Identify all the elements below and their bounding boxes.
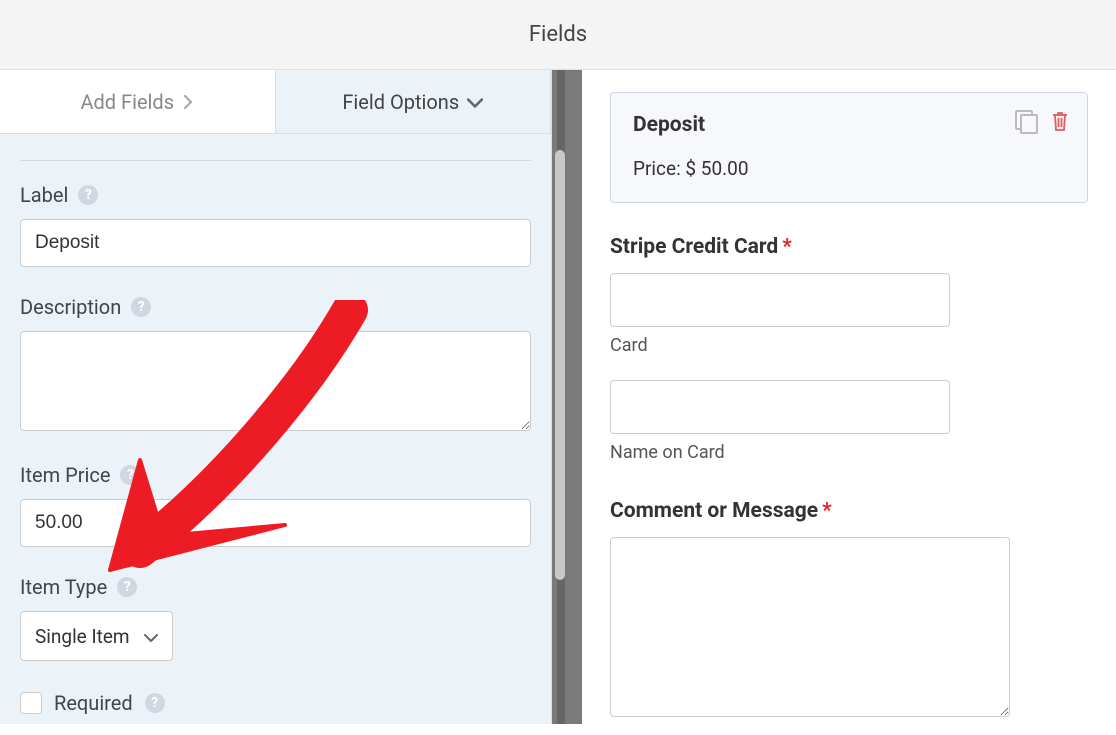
deposit-field-card[interactable]: Deposit Price: $ 50.00 [610, 92, 1088, 203]
page-header: Fields [0, 0, 1116, 70]
card-actions [1015, 109, 1071, 133]
help-icon[interactable]: ? [120, 465, 140, 485]
trash-icon[interactable] [1049, 109, 1071, 133]
comment-group: Comment or Message* [610, 499, 1088, 721]
stripe-label: Stripe Credit Card* [610, 235, 1088, 259]
required-star: * [822, 499, 832, 523]
description-row: Description ? [20, 295, 531, 319]
duplicate-icon[interactable] [1015, 110, 1037, 132]
comment-title: Comment or Message [610, 499, 818, 523]
label-title: Label [20, 183, 68, 207]
chevron-down-icon [467, 90, 483, 114]
page-title: Fields [529, 22, 587, 47]
description-title: Description [20, 295, 121, 319]
label-input[interactable] [20, 219, 531, 267]
stripe-title: Stripe Credit Card [610, 235, 778, 259]
divider [20, 160, 531, 161]
tab-field-options[interactable]: Field Options [275, 70, 552, 133]
help-icon[interactable]: ? [117, 577, 137, 597]
sidebar-panel: Add Fields Field Options Label ? Descrip… [0, 70, 552, 724]
tab-add-fields[interactable]: Add Fields [0, 70, 275, 133]
help-icon[interactable]: ? [131, 297, 151, 317]
chevron-down-icon [144, 625, 158, 648]
name-on-card-input[interactable] [610, 380, 950, 434]
label-row: Label ? [20, 183, 531, 207]
name-on-card-sublabel: Name on Card [610, 442, 1088, 463]
help-icon[interactable]: ? [78, 185, 98, 205]
chevron-right-icon [182, 90, 194, 114]
item-type-select[interactable]: Single Item [20, 611, 173, 661]
comment-label: Comment or Message* [610, 499, 1088, 523]
scrollbar-thumb[interactable] [555, 150, 565, 580]
deposit-title: Deposit [633, 113, 1065, 137]
form-preview: Deposit Price: $ 50.00 Stripe Credit Car… [582, 70, 1116, 724]
tab-add-fields-label: Add Fields [80, 90, 174, 114]
sidebar-tabs: Add Fields Field Options [0, 70, 551, 134]
item-type-row: Item Type ? [20, 575, 531, 599]
help-icon[interactable]: ? [145, 693, 165, 713]
comment-textarea[interactable] [610, 537, 1010, 717]
item-type-value: Single Item [35, 625, 130, 648]
item-price-row: Item Price ? [20, 463, 531, 487]
required-checkbox[interactable] [20, 692, 42, 714]
card-sublabel: Card [610, 335, 1088, 356]
item-type-title: Item Type [20, 575, 107, 599]
required-star: * [782, 235, 792, 259]
required-row: Required ? [20, 691, 531, 715]
scrollbar[interactable] [555, 140, 565, 660]
field-options-content: Label ? Description ? Item Price ? Item … [0, 134, 551, 735]
stripe-group: Stripe Credit Card* Card Name on Card [610, 235, 1088, 463]
deposit-price: Price: $ 50.00 [633, 157, 1065, 180]
tab-field-options-label: Field Options [342, 90, 459, 114]
card-number-input[interactable] [610, 273, 950, 327]
required-label: Required [54, 691, 133, 715]
item-price-title: Item Price [20, 463, 110, 487]
main-layout: Add Fields Field Options Label ? Descrip… [0, 70, 1116, 724]
description-input[interactable] [20, 331, 531, 431]
item-price-input[interactable] [20, 499, 531, 547]
